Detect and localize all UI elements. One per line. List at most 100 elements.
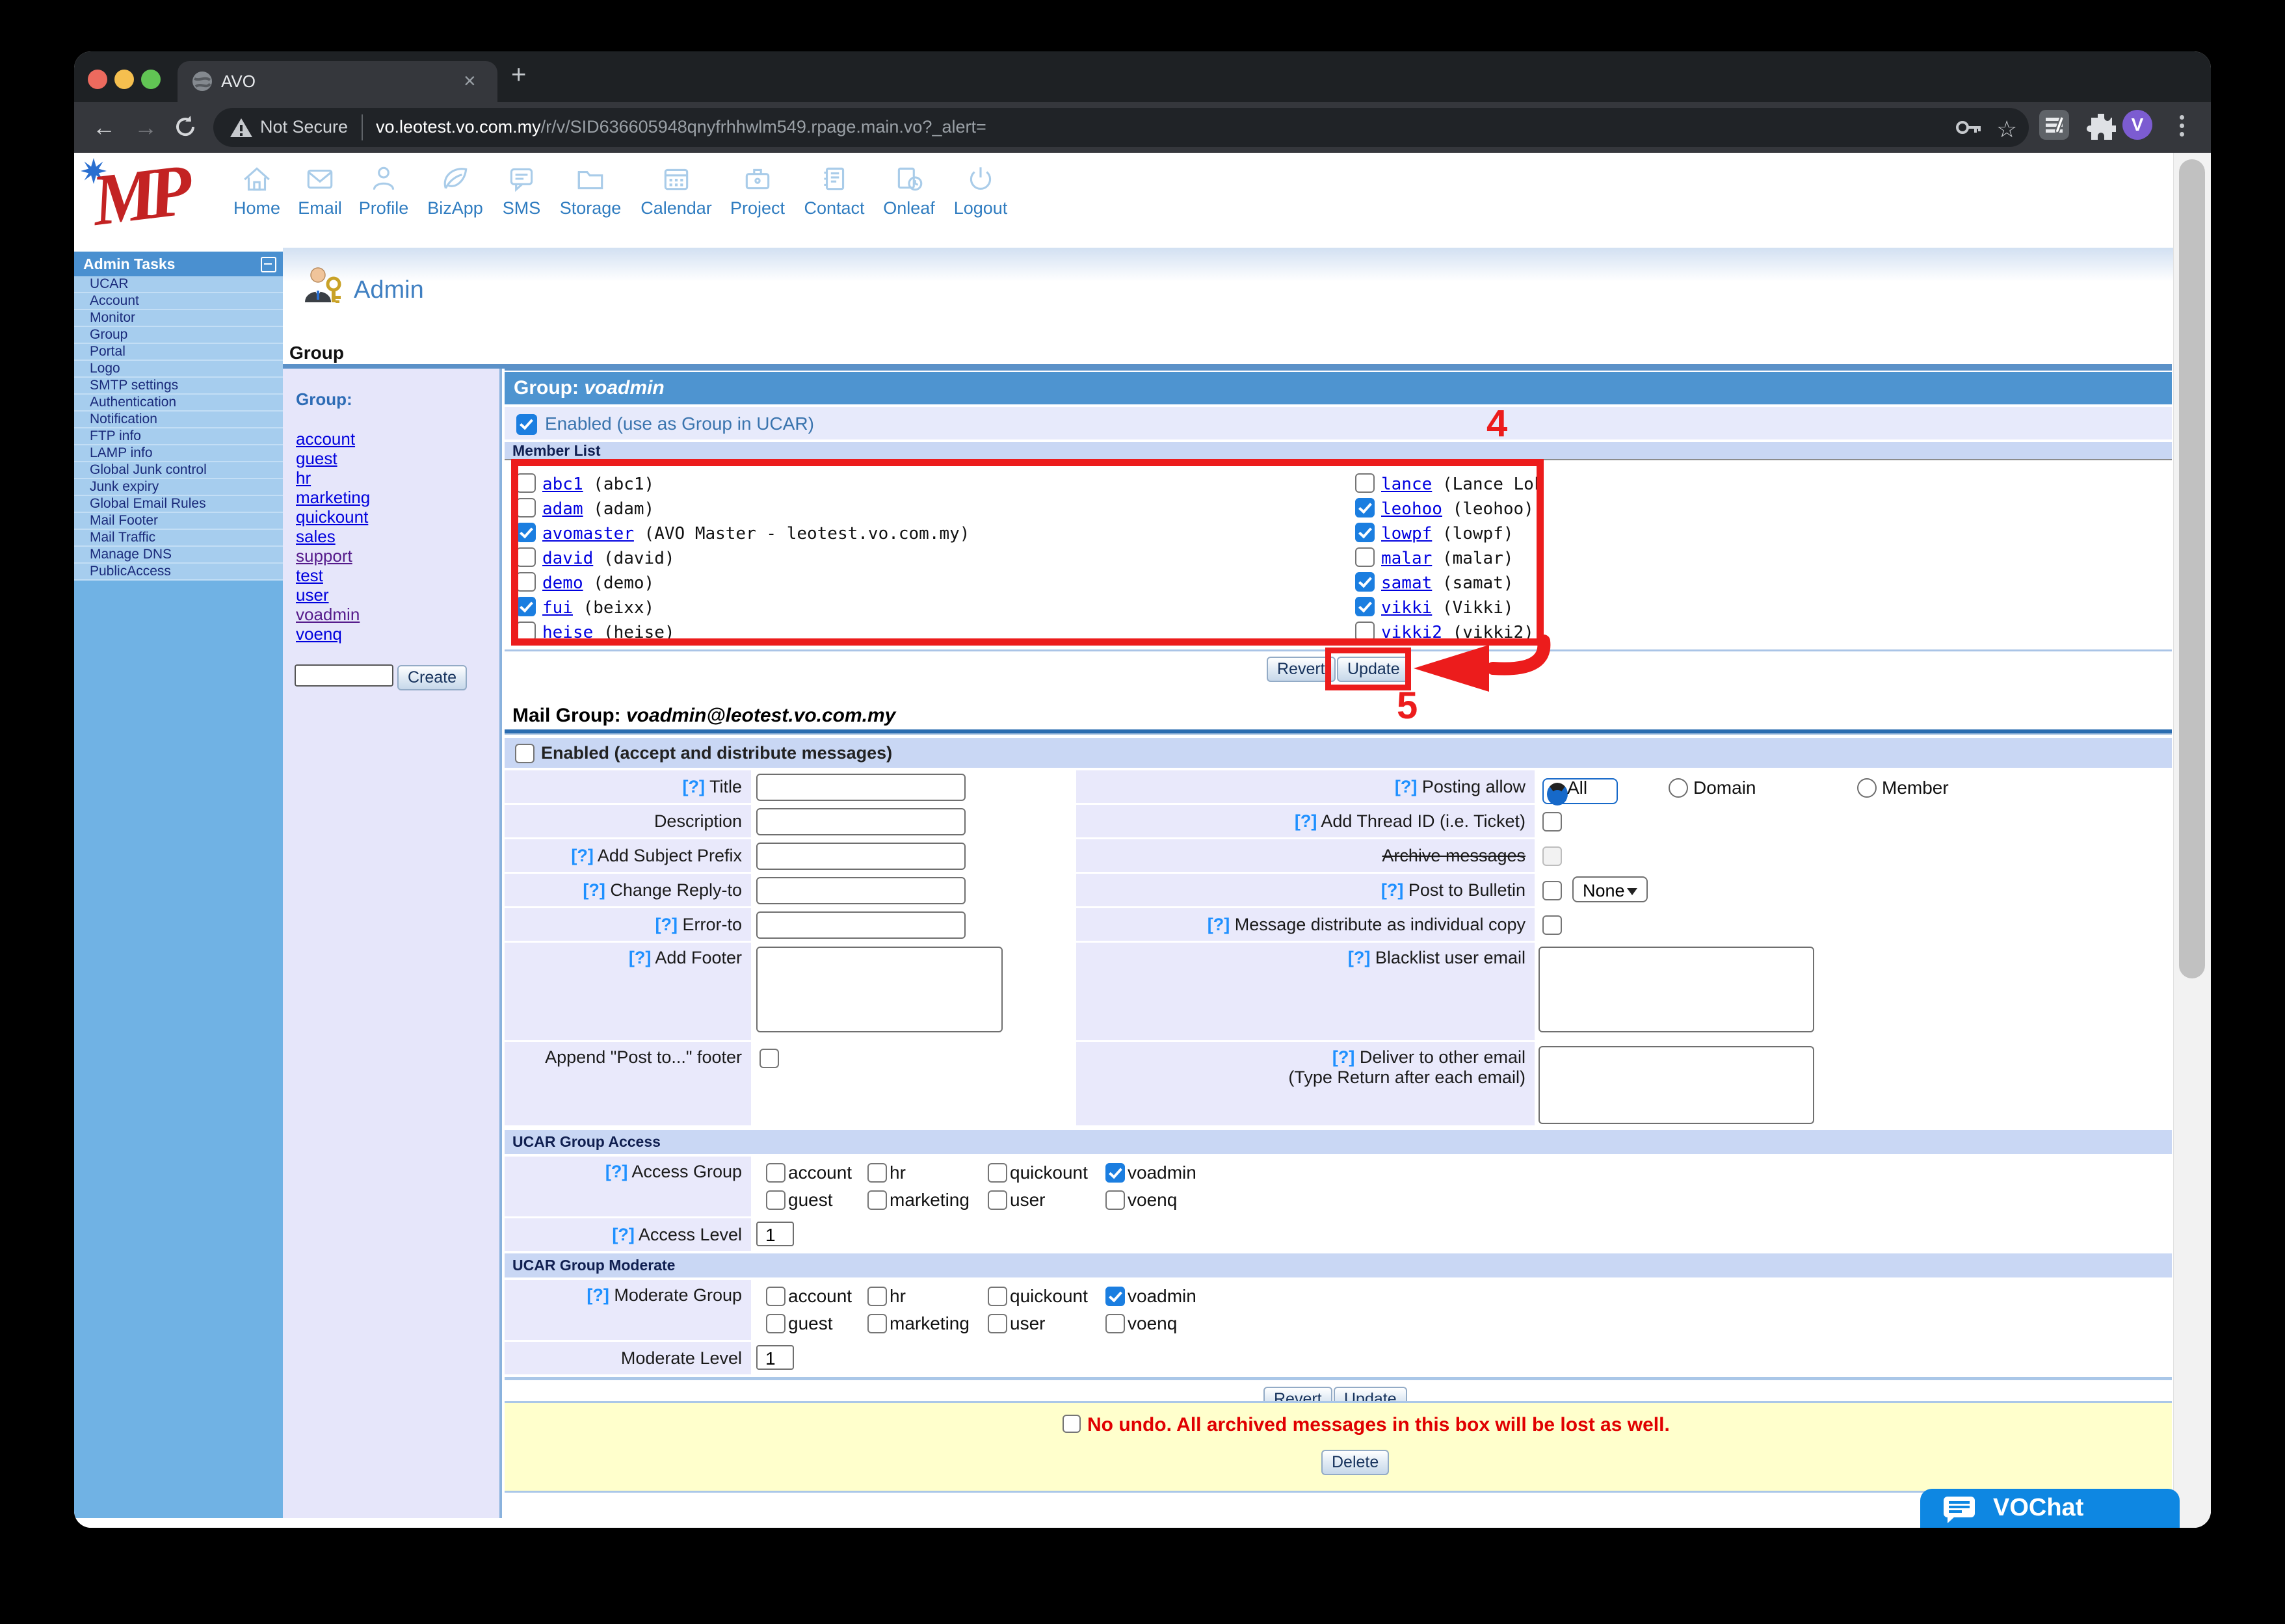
help-link[interactable]: [?] xyxy=(571,846,593,865)
sidebar-item-portal[interactable]: Portal xyxy=(74,344,283,361)
group-link-guest[interactable]: guest xyxy=(296,449,337,469)
close-window-button[interactable] xyxy=(88,70,107,89)
sidebar-item-mail-footer[interactable]: Mail Footer xyxy=(74,513,283,530)
help-link[interactable]: [?] xyxy=(583,880,605,900)
sidebar-item-global-email-rules[interactable]: Global Email Rules xyxy=(74,496,283,513)
password-key-icon[interactable] xyxy=(1956,118,1982,137)
minimize-window-button[interactable] xyxy=(114,70,134,89)
collapse-icon[interactable] xyxy=(261,257,276,272)
sidebar-item-ucar[interactable]: UCAR xyxy=(74,276,283,293)
access-cb-hr[interactable] xyxy=(867,1163,887,1183)
group-link-account[interactable]: account xyxy=(296,429,355,449)
group-enabled-checkbox[interactable] xyxy=(516,414,537,435)
moderate-cb-voenq[interactable] xyxy=(1105,1314,1125,1333)
group-link-hr[interactable]: hr xyxy=(296,468,311,488)
deliver-other-textarea[interactable] xyxy=(1539,1046,1814,1124)
browser-menu-icon[interactable] xyxy=(2180,111,2185,140)
help-link[interactable]: [?] xyxy=(629,948,651,967)
error-to-input[interactable] xyxy=(756,911,966,939)
sidebar-item-smtp-settings[interactable]: SMTP settings xyxy=(74,378,283,395)
group-link-test[interactable]: test xyxy=(296,566,323,586)
page-scrollbar[interactable] xyxy=(2173,153,2211,1528)
subject-prefix-input[interactable] xyxy=(756,843,966,870)
zoom-window-button[interactable] xyxy=(141,70,161,89)
nav-item-calendar[interactable]: Calendar xyxy=(636,162,717,218)
scrollbar-thumb[interactable] xyxy=(2179,159,2205,978)
address-bar[interactable]: Not Secure vo.leotest.vo.com.my/r/v/SID6… xyxy=(213,108,2029,147)
help-link[interactable]: [?] xyxy=(1395,777,1417,796)
nav-item-onleaf[interactable]: Onleaf xyxy=(869,162,949,218)
access-cb-account[interactable] xyxy=(766,1163,786,1183)
create-group-button[interactable]: Create xyxy=(397,665,467,690)
sidebar-item-account[interactable]: Account xyxy=(74,293,283,310)
posting-allow-radio-domain[interactable] xyxy=(1669,778,1688,798)
append-footer-checkbox[interactable] xyxy=(759,1049,779,1068)
access-cb-voenq[interactable] xyxy=(1105,1190,1125,1210)
group-link-voenq[interactable]: voenq xyxy=(296,624,342,644)
brand-logo[interactable]: MP xyxy=(88,153,189,243)
sidebar-item-junk-expiry[interactable]: Junk expiry xyxy=(74,479,283,496)
sidebar-item-authentication[interactable]: Authentication xyxy=(74,395,283,412)
group-link-support[interactable]: support xyxy=(296,546,352,566)
moderate-cb-account[interactable] xyxy=(766,1287,786,1306)
help-link[interactable]: [?] xyxy=(587,1285,609,1305)
forward-icon[interactable]: → xyxy=(134,114,157,141)
access-cb-marketing[interactable] xyxy=(867,1190,887,1210)
reply-to-input[interactable] xyxy=(756,877,966,904)
browser-tab[interactable]: AVO × xyxy=(178,61,497,102)
new-group-input[interactable] xyxy=(295,664,393,687)
group-link-user[interactable]: user xyxy=(296,585,329,605)
delete-confirm-checkbox[interactable] xyxy=(1063,1415,1081,1433)
help-link[interactable]: [?] xyxy=(1332,1047,1354,1067)
tab-close-icon[interactable]: × xyxy=(464,69,476,93)
individual-copy-checkbox[interactable] xyxy=(1542,915,1562,935)
mail-enabled-checkbox[interactable] xyxy=(515,744,535,763)
access-cb-guest[interactable] xyxy=(766,1190,786,1210)
sidebar-item-publicaccess[interactable]: PublicAccess xyxy=(74,564,283,581)
help-link[interactable]: [?] xyxy=(682,777,704,796)
sidebar-item-global-junk-control[interactable]: Global Junk control xyxy=(74,462,283,479)
help-link[interactable]: [?] xyxy=(1381,880,1403,900)
sidebar-item-ftp-info[interactable]: FTP info xyxy=(74,428,283,445)
nav-item-storage[interactable]: Storage xyxy=(550,162,631,218)
help-link[interactable]: [?] xyxy=(1208,915,1230,934)
access-cb-quickount[interactable] xyxy=(988,1163,1007,1183)
bookmark-star-icon[interactable]: ☆ xyxy=(1996,116,2017,143)
help-link[interactable]: [?] xyxy=(612,1225,634,1244)
back-icon[interactable]: ← xyxy=(92,114,116,141)
moderate-cb-user[interactable] xyxy=(988,1314,1007,1333)
moderate-cb-marketing[interactable] xyxy=(867,1314,887,1333)
nav-item-logout[interactable]: Logout xyxy=(940,162,1021,218)
sidebar-item-logo[interactable]: Logo xyxy=(74,361,283,378)
sidebar-item-monitor[interactable]: Monitor xyxy=(74,310,283,327)
nav-item-contact[interactable]: Contact xyxy=(794,162,875,218)
group-link-voadmin[interactable]: voadmin xyxy=(296,605,360,625)
thread-id-checkbox[interactable] xyxy=(1542,812,1562,832)
nav-item-project[interactable]: Project xyxy=(717,162,798,218)
nav-item-profile[interactable]: Profile xyxy=(343,162,424,218)
description-input[interactable] xyxy=(756,808,966,835)
add-footer-textarea[interactable] xyxy=(756,947,1003,1032)
access-level-input[interactable]: 1 xyxy=(756,1222,794,1246)
blacklist-textarea[interactable] xyxy=(1539,947,1814,1032)
sidebar-item-lamp-info[interactable]: LAMP info xyxy=(74,445,283,462)
bulletin-checkbox[interactable] xyxy=(1542,881,1562,900)
posting-allow-radio-member[interactable] xyxy=(1857,778,1877,798)
bulletin-select[interactable]: None xyxy=(1572,876,1648,902)
moderate-cb-quickount[interactable] xyxy=(988,1287,1007,1306)
new-tab-button[interactable]: + xyxy=(511,60,526,90)
moderate-cb-guest[interactable] xyxy=(766,1314,786,1333)
sidebar-item-mail-traffic[interactable]: Mail Traffic xyxy=(74,530,283,547)
group-link-quickount[interactable]: quickount xyxy=(296,507,368,527)
moderate-cb-hr[interactable] xyxy=(867,1287,887,1306)
sidebar-item-manage-dns[interactable]: Manage DNS xyxy=(74,547,283,564)
extension-editor-icon[interactable] xyxy=(2039,110,2069,140)
title-input[interactable] xyxy=(756,774,966,801)
group-link-sales[interactable]: sales xyxy=(296,527,336,547)
reload-icon[interactable] xyxy=(173,114,198,139)
help-link[interactable]: [?] xyxy=(1348,948,1370,967)
sidebar-item-notification[interactable]: Notification xyxy=(74,412,283,428)
moderate-level-input[interactable]: 1 xyxy=(756,1345,794,1370)
moderate-cb-voadmin[interactable] xyxy=(1105,1287,1125,1306)
browser-profile-avatar[interactable]: V xyxy=(2122,110,2152,140)
